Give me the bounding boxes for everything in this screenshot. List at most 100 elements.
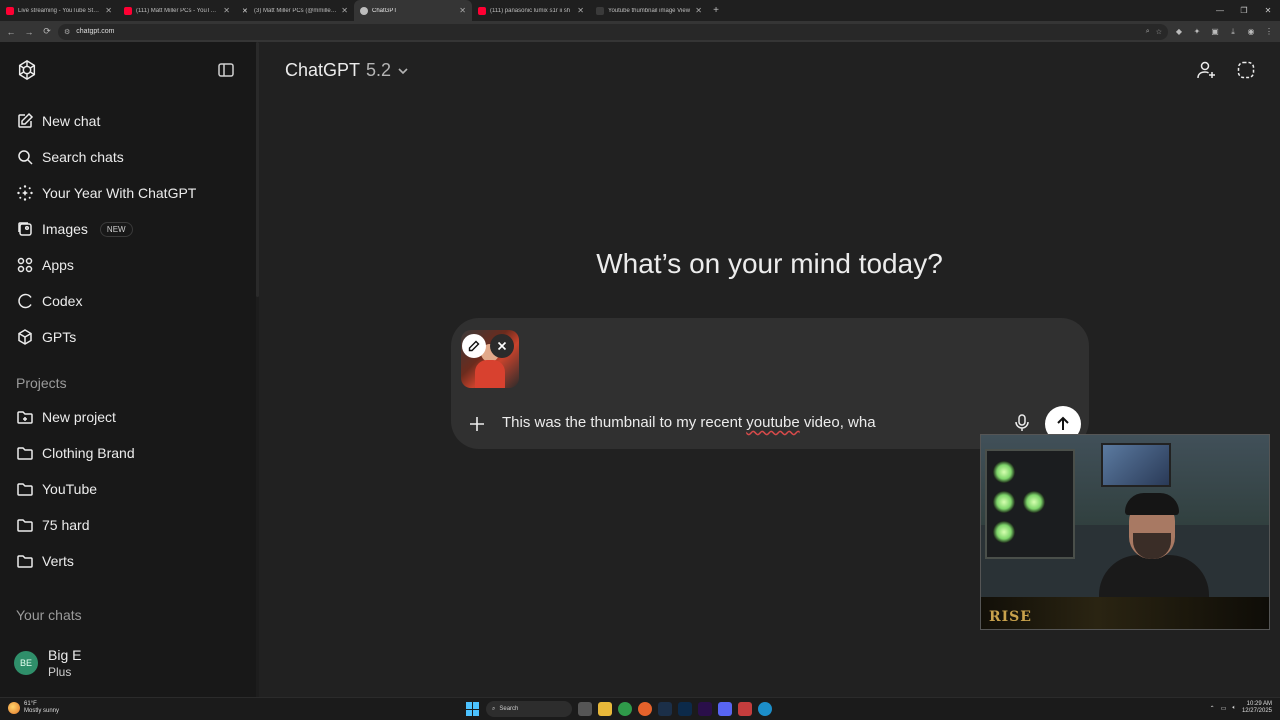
weather-widget[interactable]: 61°F Mostly sunny — [8, 701, 59, 715]
sidebar-item-label: New chat — [42, 113, 101, 129]
sidebar-item-label: GPTs — [42, 329, 77, 345]
clock[interactable]: 10:29 AM 12/27/2025 — [1242, 701, 1272, 715]
chrome-icon[interactable] — [618, 702, 632, 716]
browser-tab[interactable]: (111) Matt Miller PCs - YouTube ✕ — [118, 0, 236, 21]
windows-start-icon[interactable] — [466, 702, 480, 716]
bookmark-star-icon[interactable]: ☆ — [1156, 28, 1162, 36]
edit-image-button[interactable] — [462, 334, 486, 358]
maximize-icon[interactable]: ❐ — [1232, 0, 1256, 21]
new-tab-button[interactable]: + — [708, 0, 724, 21]
youtube-favicon-icon — [124, 6, 132, 15]
extension-icon[interactable]: ◆ — [1172, 25, 1186, 39]
sidebar-item-project[interactable]: 75 hard — [16, 511, 89, 539]
task-view-icon[interactable] — [578, 702, 592, 716]
windows-taskbar: 61°F Mostly sunny ⌕ Search ⌃ ▭ 🔈︎ 10:29 AM… — [0, 697, 1280, 720]
sidebar-item-label: YouTube — [42, 481, 98, 497]
sidebar-item-label: Verts — [42, 553, 74, 569]
prompt-text: This was the thumbnail to my recent — [502, 414, 747, 431]
file-explorer-icon[interactable] — [598, 702, 612, 716]
app-icon[interactable] — [738, 702, 752, 716]
network-icon[interactable]: ▭ — [1221, 705, 1227, 712]
image-favicon-icon — [596, 6, 604, 15]
folder-icon — [17, 555, 33, 568]
sidebar-item-gpts[interactable]: GPTs — [16, 323, 76, 351]
sidebar-item-label: Search chats — [42, 149, 124, 165]
taskbar-search-label: Search — [499, 706, 519, 712]
edit-icon — [18, 112, 34, 128]
close-tab-icon[interactable]: ✕ — [341, 6, 348, 15]
close-window-icon[interactable]: ✕ — [1256, 0, 1280, 21]
browser-tab[interactable]: Live streaming - YouTube Studio ✕ — [0, 0, 118, 21]
prompt-input[interactable]: This was the thumbnail to my recent yout… — [502, 414, 876, 431]
add-attachment-button[interactable] — [465, 412, 489, 436]
sidebar-item-apps[interactable]: Apps — [16, 251, 74, 279]
sidebar-item-year[interactable]: Your Year With ChatGPT — [16, 179, 196, 207]
sidebar-item-label: Images — [42, 221, 88, 237]
reload-icon[interactable]: ⟳ — [40, 25, 54, 39]
sidebar-item-new-project[interactable]: New project — [16, 403, 116, 431]
taskbar-apps: ⌕ Search — [466, 701, 772, 717]
puzzle-icon[interactable]: ✦ — [1190, 25, 1204, 39]
sidebar-item-project[interactable]: Verts — [16, 547, 74, 575]
sidebar-item-images[interactable]: Images NEW — [16, 215, 133, 243]
sidebar-item-label: Codex — [42, 293, 83, 309]
sidebar-item-project[interactable]: YouTube — [16, 475, 97, 503]
close-icon — [497, 341, 507, 351]
volume-icon[interactable]: 🔈︎ — [1232, 705, 1236, 712]
cube-icon — [18, 329, 32, 345]
remove-image-button[interactable] — [490, 334, 514, 358]
download-icon[interactable]: ⤓ — [1226, 25, 1240, 39]
minimize-icon[interactable]: — — [1208, 0, 1232, 21]
prompt-text-end: video, wha — [799, 414, 876, 431]
user-account[interactable]: BE Big E Plus — [14, 647, 81, 679]
sidebar-item-new-chat[interactable]: New chat — [16, 107, 100, 135]
openai-logo-icon[interactable] — [16, 59, 38, 81]
close-tab-icon[interactable]: ✕ — [577, 6, 584, 15]
sidebar-item-search-chats[interactable]: Search chats — [16, 143, 124, 171]
profile-icon[interactable]: ◉ — [1244, 25, 1258, 39]
sidepanel-icon[interactable]: ▣ — [1208, 25, 1222, 39]
menu-icon[interactable]: ⋮ — [1262, 25, 1276, 39]
x-favicon-icon: ✕ — [242, 7, 248, 15]
edge-icon[interactable] — [758, 702, 772, 716]
close-tab-icon[interactable]: ✕ — [105, 6, 112, 15]
tab-label: Live streaming - YouTube Studio — [18, 7, 102, 14]
arrow-up-icon — [1057, 416, 1069, 430]
add-person-icon[interactable] — [1196, 60, 1216, 80]
search-icon: ⌕ — [492, 705, 496, 712]
browser-tab[interactable]: ✕ (3) Matt Miller PCs (@mmillerpc ✕ — [236, 0, 354, 21]
sidebar-item-project[interactable]: Clothing Brand — [16, 439, 135, 467]
discord-icon[interactable] — [718, 702, 732, 716]
tray-chevron-icon[interactable]: ⌃ — [1210, 705, 1215, 712]
sidebar: New chat Search chats Your Year With Cha… — [0, 42, 259, 697]
address-bar[interactable]: ⚙ chatgpt.com ⌕ ☆ — [58, 23, 1168, 40]
photoshop-icon[interactable] — [678, 702, 692, 716]
temporary-chat-icon[interactable] — [1236, 60, 1256, 80]
close-tab-icon[interactable]: ✕ — [223, 6, 230, 15]
microphone-icon[interactable] — [1012, 413, 1032, 433]
browser-tab-active[interactable]: ChatGPT ✕ — [354, 0, 472, 21]
close-tab-icon[interactable]: ✕ — [695, 6, 702, 15]
your-chats-heading: Your chats — [16, 607, 82, 623]
taskbar-search[interactable]: ⌕ Search — [486, 701, 572, 717]
overlay-logo: RISE — [989, 609, 1032, 625]
browser-extension-icons: ◆ ✦ ▣ ⤓ ◉ ⋮ — [1172, 25, 1276, 39]
forward-icon[interactable]: → — [22, 25, 36, 39]
lightroom-icon[interactable] — [658, 702, 672, 716]
plus-icon — [470, 417, 484, 431]
back-icon[interactable]: ← — [4, 25, 18, 39]
time: 10:29 AM — [1246, 701, 1272, 707]
sparkle-icon — [17, 185, 33, 201]
sidebar-toggle-icon[interactable] — [217, 61, 235, 79]
premiere-icon[interactable] — [698, 702, 712, 716]
site-info-icon[interactable]: ⚙ — [64, 28, 70, 36]
close-tab-icon[interactable]: ✕ — [459, 6, 466, 15]
sidebar-item-label: 75 hard — [42, 517, 90, 533]
model-selector[interactable]: ChatGPT 5.2 — [285, 60, 409, 81]
firefox-icon[interactable] — [638, 702, 652, 716]
browser-tab[interactable]: Youtube thumbnail image View ✕ — [590, 0, 708, 21]
zoom-icon[interactable]: ⌕ — [1146, 28, 1150, 36]
browser-tab[interactable]: (111) panasonic lumix s1r ii sh ✕ — [472, 0, 590, 21]
prompt-misspelled-word: youtube — [746, 414, 800, 431]
sidebar-item-codex[interactable]: Codex — [16, 287, 82, 315]
